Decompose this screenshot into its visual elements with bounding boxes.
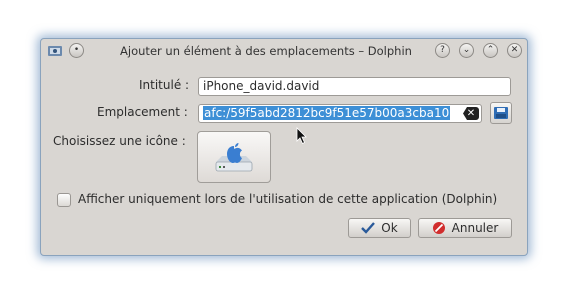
clear-text-icon[interactable]: ✕ [463, 107, 479, 120]
ok-label: Ok [381, 221, 398, 235]
dialog-window: • Ajouter un élément à des emplacements … [40, 38, 528, 256]
maximize-icon: ⌃ [486, 45, 495, 55]
browse-button[interactable] [490, 102, 512, 124]
location-field[interactable]: afc:/59f5abd2812bc9f51e57b00a3cba10 ✕ [198, 104, 482, 123]
icon-label: Choisissez une icône : [53, 134, 186, 148]
ok-button[interactable]: Ok [348, 218, 411, 238]
cancel-icon [432, 222, 445, 234]
icon-chooser-button[interactable] [197, 131, 271, 183]
checkbox-label[interactable]: Afficher uniquement lors de l'utilisatio… [78, 192, 497, 206]
close-icon: ✕ [510, 45, 519, 55]
location-label: Emplacement : [97, 105, 188, 119]
help-button[interactable]: ? [435, 43, 450, 58]
location-value: afc:/59f5abd2812bc9f51e57b00a3cba10 [203, 106, 451, 120]
checkmark-icon [361, 222, 376, 234]
help-icon: ? [440, 45, 445, 55]
save-icon [494, 107, 508, 119]
cancel-button[interactable]: Annuler [418, 218, 512, 238]
apple-device-icon [215, 143, 253, 172]
name-label: Intitulé : [139, 78, 190, 92]
title-bar[interactable]: • Ajouter un élément à des emplacements … [41, 39, 527, 63]
minimize-button[interactable]: ⌄ [459, 43, 474, 58]
window-title: Ajouter un élément à des emplacements – … [120, 44, 412, 58]
cancel-label: Annuler [451, 221, 499, 235]
only-this-app-checkbox[interactable] [57, 193, 71, 207]
dolphin-app-icon[interactable] [47, 43, 63, 59]
dot-icon: • [73, 45, 80, 55]
mouse-cursor-icon [296, 127, 307, 145]
close-button[interactable]: ✕ [507, 43, 522, 58]
sticky-button[interactable]: • [69, 43, 84, 58]
minimize-icon: ⌄ [462, 45, 471, 55]
maximize-button[interactable]: ⌃ [483, 43, 498, 58]
name-field[interactable]: iPhone_david.david [198, 77, 511, 96]
name-value: iPhone_david.david [203, 79, 320, 93]
